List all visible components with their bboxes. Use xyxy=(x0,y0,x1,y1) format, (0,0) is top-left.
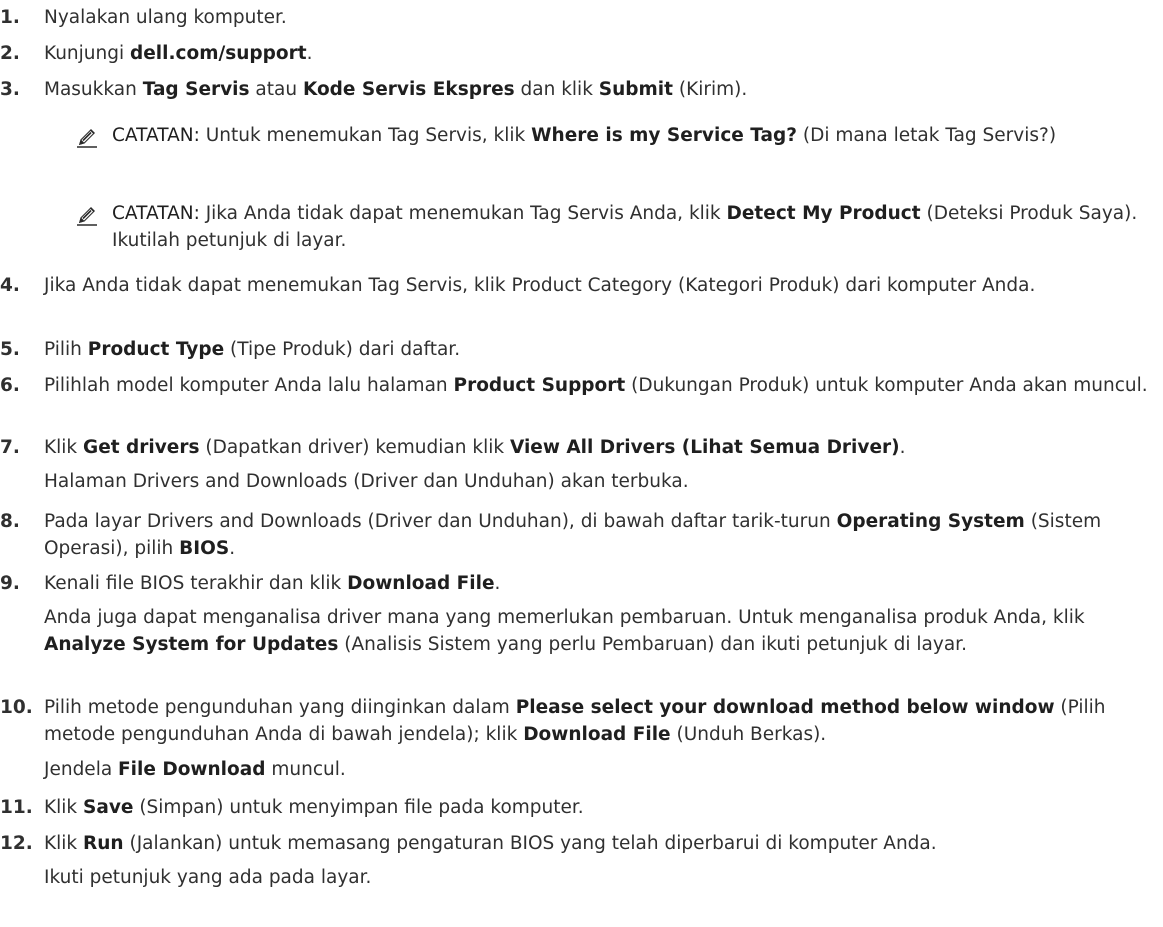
bold-term: Kode Servis Ekspres xyxy=(302,79,515,100)
step-number: 9. xyxy=(0,573,20,594)
note-text: CATATAN: Jika Anda tidak dapat menemukan… xyxy=(112,200,1155,254)
step-number: 4. xyxy=(0,275,20,296)
step-text: Kenali file BIOS terakhir dan klik Downl… xyxy=(44,570,1155,597)
bold-term: Operating System xyxy=(836,511,1025,532)
text-run: (Analisis Sistem yang perlu Pembaruan) d… xyxy=(338,634,967,655)
pencil-note-icon xyxy=(76,204,98,226)
step-text: Nyalakan ulang komputer. xyxy=(44,4,1155,31)
step-7-result: Halaman Drivers and Downloads (Driver da… xyxy=(44,468,1155,495)
bold-term: Product Type xyxy=(87,339,225,360)
bold-term: Product Support xyxy=(453,375,626,396)
text-run: Pada layar Drivers and Downloads (Driver… xyxy=(44,511,837,532)
step-10-result: Jendela File Download muncul. xyxy=(44,756,1155,783)
step-text: Pilihlah model komputer Anda lalu halama… xyxy=(44,372,1155,399)
step-number: 7. xyxy=(0,437,20,458)
text-run: . xyxy=(306,43,313,64)
step-9-info: Anda juga dapat menganalisa driver mana … xyxy=(44,604,1155,658)
text-run: Klik xyxy=(44,437,84,458)
step-number: 2. xyxy=(0,43,20,64)
step-number: 6. xyxy=(0,375,20,396)
step-text: Jika Anda tidak dapat menemukan Tag Serv… xyxy=(44,272,1155,299)
text-run: Nyalakan ulang komputer. xyxy=(44,7,287,28)
text-run: Halaman Drivers and Downloads (Driver da… xyxy=(44,471,689,492)
step-text: Klik Get drivers (Dapatkan driver) kemud… xyxy=(44,434,1155,461)
text-run: (Simpan) untuk menyimpan file pada kompu… xyxy=(133,797,584,818)
step-12-result: Ikuti petunjuk yang ada pada layar. xyxy=(44,864,1155,891)
step-text: Pada layar Drivers and Downloads (Driver… xyxy=(44,508,1155,562)
text-run: (Dapatkan driver) kemudian klik xyxy=(199,437,510,458)
text-run: (Unduh Berkas). xyxy=(670,724,827,745)
text-run: Masukkan xyxy=(44,79,143,100)
step-number: 1. xyxy=(0,7,20,28)
text-run: Untuk menemukan Tag Servis, klik xyxy=(199,125,532,146)
text-run: Pilih xyxy=(44,339,88,360)
bold-term: BIOS xyxy=(179,538,230,559)
text-run: Anda juga dapat menganalisa driver mana … xyxy=(44,607,1085,628)
step-text: Kunjungi dell.com/support. xyxy=(44,40,1155,67)
text-run: (Jalankan) untuk memasang pengaturan BIO… xyxy=(123,833,937,854)
step-number: 12. xyxy=(0,833,33,854)
text-run: Klik xyxy=(44,797,84,818)
step-text: Pilih metode pengunduhan yang diinginkan… xyxy=(44,694,1155,748)
text-run: muncul. xyxy=(265,759,346,780)
text-run: . xyxy=(229,538,236,559)
text-run: (Tipe Produk) dari daftar. xyxy=(224,339,461,360)
bold-term: Please select your download method below… xyxy=(515,697,1055,718)
text-run: . xyxy=(494,573,501,594)
text-run: Pilih metode pengunduhan yang diinginkan… xyxy=(44,697,516,718)
step-number: 8. xyxy=(0,511,20,532)
text-run: (Kirim). xyxy=(673,79,748,100)
text-run: Ikuti petunjuk yang ada pada layar. xyxy=(44,867,372,888)
text-run: Kenali file BIOS terakhir dan klik xyxy=(44,573,348,594)
text-run: Jendela xyxy=(44,759,119,780)
bold-term: dell.com/support xyxy=(130,43,307,64)
note-body: Jika Anda tidak dapat menemukan Tag Serv… xyxy=(112,203,1137,251)
step-number: 11. xyxy=(0,797,33,818)
step-number: 5. xyxy=(0,339,20,360)
bold-term: View All Drivers (Lihat Semua Driver) xyxy=(509,437,900,458)
text-run: Pilihlah model komputer Anda lalu halama… xyxy=(44,375,454,396)
step-number: 10. xyxy=(0,697,33,718)
bold-term: Download File xyxy=(523,724,671,745)
text-run: Jika Anda tidak dapat menemukan Tag Serv… xyxy=(44,275,1036,296)
step-number: 3. xyxy=(0,79,20,100)
text-run: . xyxy=(899,437,906,458)
bold-term: Tag Servis xyxy=(142,79,250,100)
note-body: Untuk menemukan Tag Servis, klik Where i… xyxy=(200,125,1056,146)
note-label: CATATAN: xyxy=(112,203,200,224)
text-run: Jika Anda tidak dapat menemukan Tag Serv… xyxy=(199,203,727,224)
text-run: Kunjungi xyxy=(44,43,131,64)
note-text: CATATAN: Untuk menemukan Tag Servis, kli… xyxy=(112,122,1155,149)
text-run: dan klik xyxy=(514,79,599,100)
bold-term: Analyze System for Updates xyxy=(44,634,339,655)
bold-term: Run xyxy=(83,833,124,854)
bold-term: Detect My Product xyxy=(726,203,921,224)
note-label: CATATAN: xyxy=(112,125,200,146)
text-run: Klik xyxy=(44,833,84,854)
step-text: Pilih Product Type (Tipe Produk) dari da… xyxy=(44,336,1155,363)
bold-term: File Download xyxy=(118,759,266,780)
text-run: atau xyxy=(249,79,303,100)
bold-term: Save xyxy=(83,797,134,818)
bold-term: Submit xyxy=(598,79,673,100)
pencil-note-icon xyxy=(76,126,98,148)
bold-term: Where is my Service Tag? xyxy=(531,125,797,146)
bold-term: Get drivers xyxy=(83,437,200,458)
step-text: Klik Save (Simpan) untuk menyimpan file … xyxy=(44,794,1155,821)
text-run: (Di mana letak Tag Servis?) xyxy=(796,125,1057,146)
step-text: Masukkan Tag Servis atau Kode Servis Eks… xyxy=(44,76,1155,103)
bold-term: Download File xyxy=(347,573,495,594)
text-run: (Dukungan Produk) untuk komputer Anda ak… xyxy=(625,375,1148,396)
step-text: Klik Run (Jalankan) untuk memasang penga… xyxy=(44,830,1155,857)
